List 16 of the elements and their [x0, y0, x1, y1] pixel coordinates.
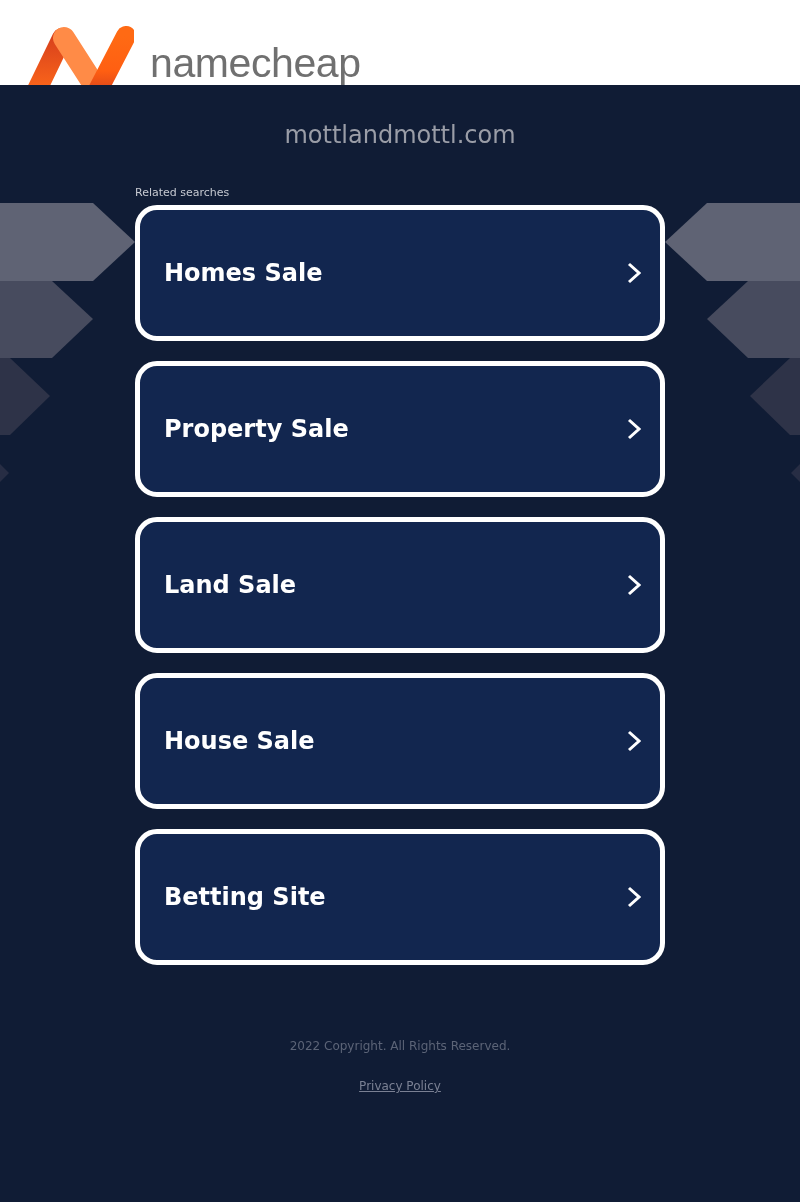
copyright-text: 2022 Copyright. All Rights Reserved. — [289, 1038, 511, 1054]
logo-icon — [26, 26, 134, 85]
section-heading: Related searches — [135, 186, 230, 200]
related-search-link[interactable]: House Sale — [135, 673, 665, 809]
related-search-link[interactable]: Homes Sale — [135, 205, 665, 341]
chevron-right-icon — [627, 262, 641, 284]
logo-wordmark: namecheap — [150, 43, 361, 84]
related-search-link[interactable]: Land Sale — [135, 517, 665, 653]
related-search-link[interactable]: Property Sale — [135, 361, 665, 497]
chevron-right-icon — [627, 886, 641, 908]
related-search-link[interactable]: Betting Site — [135, 829, 665, 965]
chevron-right-icon — [627, 730, 641, 752]
chevron-right-icon — [627, 574, 641, 596]
domain-title: mottlandmottl.com — [284, 120, 516, 150]
chevron-right-icon — [627, 418, 641, 440]
privacy-policy-link[interactable]: Privacy Policy — [359, 1078, 441, 1094]
